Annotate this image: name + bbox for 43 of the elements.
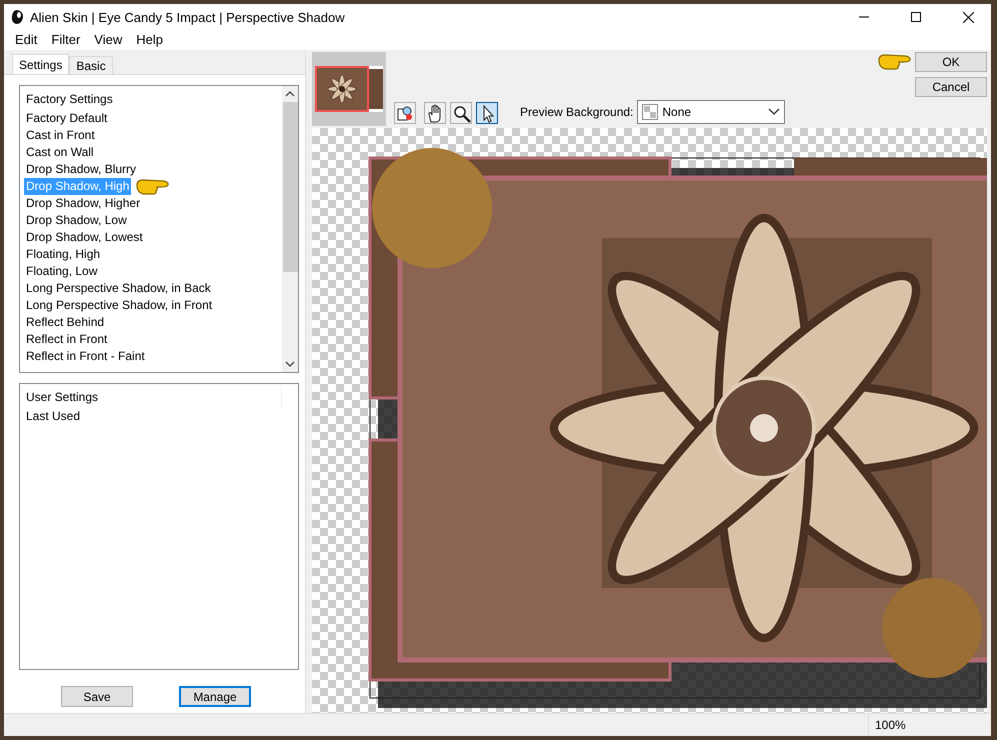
list-item[interactable]: Factory Default xyxy=(24,110,110,127)
list-item[interactable]: Reflect in Front - Faint xyxy=(24,348,147,365)
list-item[interactable]: Floating, Low xyxy=(24,263,100,280)
zoom-tool-button[interactable] xyxy=(450,102,472,124)
list-item[interactable]: Reflect in Front xyxy=(24,331,110,348)
list-header: User Settings xyxy=(25,389,100,406)
pointing-hand-icon xyxy=(877,52,913,72)
preview-background-dropdown[interactable]: None xyxy=(637,100,786,124)
scrollbar[interactable] xyxy=(282,86,298,372)
pointing-hand-icon xyxy=(135,176,172,196)
menu-item[interactable]: Edit xyxy=(8,30,44,50)
swatch-icon xyxy=(642,104,658,120)
menu-item[interactable]: View xyxy=(87,30,130,50)
tab[interactable]: Settings xyxy=(12,54,70,74)
zoom-level: 100% xyxy=(868,714,941,736)
preview-tool-button[interactable] xyxy=(394,102,416,124)
save-button[interactable]: Save xyxy=(61,686,133,707)
pointer-tool-button[interactable] xyxy=(476,102,498,124)
list-item[interactable]: Reflect Behind xyxy=(24,314,106,331)
list-item[interactable]: Drop Shadow, Lowest xyxy=(24,229,145,246)
app-logo-icon xyxy=(10,9,24,25)
list-item[interactable]: Drop Shadow, Blurry xyxy=(24,161,138,178)
cancel-button[interactable]: Cancel xyxy=(915,77,987,97)
menu-item[interactable]: Filter xyxy=(44,30,88,50)
list-item[interactable]: Drop Shadow, Low xyxy=(24,212,129,229)
menu-item[interactable]: Help xyxy=(129,30,170,50)
manage-button[interactable]: Manage xyxy=(179,686,251,707)
window-title: Alien Skin | Eye Candy 5 Impact | Perspective Shadow xyxy=(30,10,346,24)
list-item[interactable]: Long Perspective Shadow, in Front xyxy=(24,297,214,314)
ok-button[interactable]: OK xyxy=(915,52,987,72)
close-icon[interactable] xyxy=(962,12,974,22)
maximize-icon[interactable] xyxy=(911,12,921,22)
list-item[interactable]: Cast on Wall xyxy=(24,144,96,161)
hand-tool-button[interactable] xyxy=(424,102,446,124)
chevron-down-icon xyxy=(768,108,780,116)
tab[interactable]: Basic xyxy=(69,56,113,74)
list-item[interactable]: Drop Shadow, Higher xyxy=(24,195,142,212)
list-item[interactable]: Last Used xyxy=(24,408,82,425)
list-item[interactable]: Cast in Front xyxy=(24,127,97,144)
list-item[interactable]: Floating, High xyxy=(24,246,102,263)
list-item[interactable]: Long Perspective Shadow, in Back xyxy=(24,280,213,297)
preview-background-label: Preview Background: xyxy=(520,105,634,119)
list-header: Factory Settings xyxy=(25,91,114,108)
